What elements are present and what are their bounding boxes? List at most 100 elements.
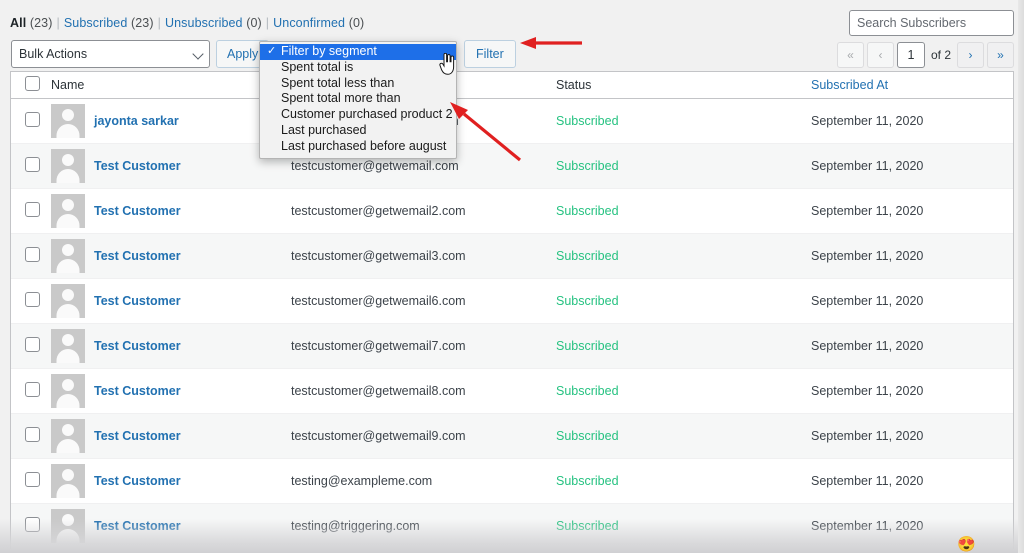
subscribed-at-value: September 11, 2020 (811, 113, 924, 128)
row-select-cell (11, 98, 51, 144)
chevron-down-icon (192, 48, 204, 60)
name-cell-content: Test Customer (51, 508, 291, 543)
pagination-first-button[interactable]: « (836, 42, 864, 68)
row-checkbox[interactable] (25, 426, 40, 442)
avatar (51, 328, 85, 363)
avatar (51, 238, 85, 273)
dropdown-item-label: Spent total more than (281, 91, 401, 106)
status-filter-unsubscribed[interactable]: Unsubscribed (0) (165, 16, 262, 30)
subscribed-at-value: September 11, 2020 (811, 248, 924, 263)
segment-filter-dropdown-menu[interactable]: ✓ Filter by segment Spent total is Spent… (259, 41, 457, 159)
status-filter-subscribed[interactable]: Subscribed (23) (64, 16, 154, 30)
subscribed-at-cell: September 11, 2020 (811, 278, 1013, 324)
dropdown-item-label: Spent total is (281, 59, 354, 74)
column-header-subscribed-at[interactable]: Subscribed At (811, 72, 1013, 99)
subscriber-email: testcustomer@getwemail7.com (291, 338, 466, 353)
subscribed-at-cell: September 11, 2020 (811, 323, 1013, 369)
name-cell-content: Test Customer (51, 238, 291, 273)
filter-button[interactable]: Filter (464, 40, 516, 68)
select-all-header (11, 72, 51, 99)
avatar (51, 508, 85, 543)
checkmark-icon: ✓ (267, 45, 277, 57)
name-cell-content: Test Customer (51, 463, 291, 498)
name-cell: Test Customer (51, 188, 291, 234)
subscribed-at-value: September 11, 2020 (811, 203, 924, 218)
subscriber-email: testing@triggering.com (291, 518, 420, 533)
name-cell: Test Customer (51, 278, 291, 324)
bulk-actions-select[interactable]: Bulk Actions (11, 40, 210, 68)
row-select-cell (11, 188, 51, 234)
dropdown-item-filter-by-segment[interactable]: ✓ Filter by segment (260, 44, 456, 60)
table-header-row: Name Status Subscribed At (11, 72, 1013, 99)
subscriber-name-link[interactable]: Test Customer (94, 294, 181, 308)
pagination-current-page-input[interactable]: 1 (896, 42, 925, 68)
pagination-last-button[interactable]: » (987, 42, 1014, 68)
dropdown-item-spent-total-less-than[interactable]: Spent total less than (260, 76, 456, 92)
filter-separator-3: | (265, 16, 270, 30)
subscribers-page: All (23) | Subscribed (23) | Unsubscribed (0… (0, 0, 1024, 553)
table-row: Test Customer testcustomer@getwemail.com S… (11, 143, 1013, 189)
status-badge: Subscribed (556, 248, 619, 263)
status-cell: Subscribed (556, 188, 811, 234)
dropdown-item-spent-total-is[interactable]: Spent total is (260, 60, 456, 76)
status-filter-unconfirmed-count: (0) (348, 16, 365, 30)
subscriber-name-link[interactable]: jayonta sarkar (94, 114, 179, 128)
subscriber-name-link[interactable]: Test Customer (94, 384, 181, 398)
row-checkbox[interactable] (25, 336, 40, 352)
subscriber-name-link[interactable]: Test Customer (94, 519, 181, 533)
status-badge: Subscribed (556, 338, 619, 353)
row-checkbox[interactable] (25, 246, 40, 262)
name-cell-content: jayonta sarkar (51, 103, 291, 138)
search-input[interactable] (849, 10, 1014, 36)
name-cell-content: Test Customer (51, 193, 291, 228)
status-badge: Subscribed (556, 473, 619, 488)
status-filter-unconfirmed[interactable]: Unconfirmed (0) (273, 16, 364, 30)
row-checkbox[interactable] (25, 291, 40, 307)
status-cell: Subscribed (556, 98, 811, 144)
subscribed-at-cell: September 11, 2020 (811, 98, 1013, 144)
avatar (51, 148, 85, 183)
pagination-prev-button[interactable]: ‹ (866, 42, 894, 68)
dropdown-item-label: Last purchased before august (281, 138, 447, 153)
row-checkbox[interactable] (25, 471, 40, 487)
subscriber-email: testcustomer@getwemail2.com (291, 203, 466, 218)
row-checkbox[interactable] (25, 381, 40, 397)
status-filter-subscribed-label: Subscribed (63, 16, 128, 30)
subscriber-name-link[interactable]: Test Customer (94, 204, 181, 218)
subscriber-name-link[interactable]: Test Customer (94, 159, 181, 173)
row-checkbox[interactable] (25, 201, 40, 217)
heart-eyes-emoji: 😍 (957, 536, 976, 553)
subscriber-email: testcustomer@getwemail9.com (291, 428, 466, 443)
row-checkbox[interactable] (25, 156, 40, 172)
table-row: Test Customer testing@exampleme.com Subscr… (11, 458, 1013, 504)
subscribed-at-cell: September 11, 2020 (811, 188, 1013, 234)
row-checkbox[interactable] (25, 516, 40, 532)
row-checkbox[interactable] (25, 111, 40, 127)
subscriber-name-link[interactable]: Test Customer (94, 429, 181, 443)
status-filter-subscribed-count: (23) (130, 16, 154, 30)
status-cell: Subscribed (556, 368, 811, 414)
dropdown-item-spent-total-more-than[interactable]: Spent total more than (260, 91, 456, 107)
name-cell: Test Customer (51, 323, 291, 369)
subscribed-at-cell: September 11, 2020 (811, 458, 1013, 504)
avatar (51, 103, 85, 138)
row-select-cell (11, 143, 51, 189)
name-cell: Test Customer (51, 368, 291, 414)
subscribed-at-cell: September 11, 2020 (811, 368, 1013, 414)
dropdown-item-customer-purchased-product-2[interactable]: Customer purchased product 2 (260, 107, 456, 123)
subscriber-name-link[interactable]: Test Customer (94, 249, 181, 263)
dropdown-item-last-purchased[interactable]: Last purchased (260, 123, 456, 139)
subscriber-name-link[interactable]: Test Customer (94, 474, 181, 488)
status-filter-all[interactable]: All (23) (10, 16, 53, 30)
dropdown-item-last-purchased-before-august[interactable]: Last purchased before august (260, 139, 456, 155)
dropdown-item-label: Spent total less than (281, 75, 395, 90)
pagination-next-button[interactable]: › (957, 42, 984, 68)
table-header: Name Status Subscribed At (11, 72, 1013, 99)
email-cell: testing@exampleme.com (291, 458, 556, 504)
subscriber-name-link[interactable]: Test Customer (94, 339, 181, 353)
subscribed-at-value: September 11, 2020 (811, 338, 924, 353)
table-row: Test Customer testcustomer@getwemail8.com… (11, 368, 1013, 414)
pagination-total-pages: of 2 (930, 48, 951, 62)
status-cell: Subscribed (556, 413, 811, 459)
select-all-checkbox[interactable] (25, 75, 40, 91)
